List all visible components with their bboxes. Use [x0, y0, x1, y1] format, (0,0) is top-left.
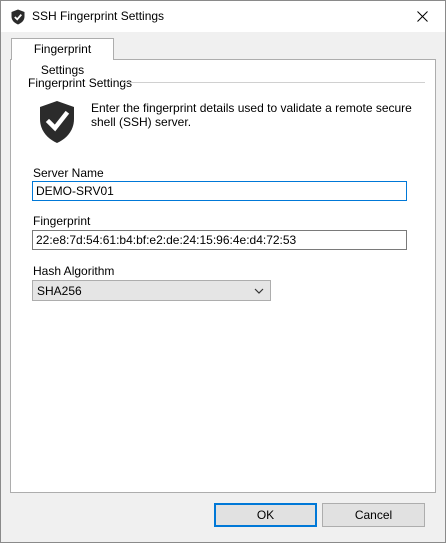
chevron-down-icon — [254, 288, 264, 294]
hash-algorithm-value: SHA256 — [37, 284, 82, 298]
server-name-label: Server Name — [33, 166, 104, 180]
fingerprint-input[interactable] — [32, 230, 407, 250]
tab-panel: Fingerprint Settings Enter the fingerpri… — [10, 59, 436, 493]
window-title: SSH Fingerprint Settings — [32, 9, 165, 23]
close-icon — [416, 11, 428, 22]
dialog-window: SSH Fingerprint Settings Fingerprint Set… — [0, 0, 446, 543]
hash-algorithm-label: Hash Algorithm — [33, 264, 115, 278]
server-name-input[interactable] — [32, 181, 407, 201]
fingerprint-label: Fingerprint — [33, 214, 91, 228]
shield-check-icon — [40, 101, 74, 143]
group-description: Enter the fingerprint details used to va… — [91, 101, 412, 129]
tab-fingerprint-settings[interactable]: Fingerprint Settings — [11, 38, 114, 77]
title-bar[interactable]: SSH Fingerprint Settings — [1, 1, 445, 32]
cancel-button[interactable]: Cancel — [322, 503, 425, 527]
close-button[interactable] — [399, 1, 445, 32]
group-divider — [123, 82, 425, 83]
ok-button[interactable]: OK — [214, 503, 317, 527]
shield-check-icon — [11, 9, 25, 25]
hash-algorithm-select[interactable]: SHA256 — [32, 280, 271, 301]
